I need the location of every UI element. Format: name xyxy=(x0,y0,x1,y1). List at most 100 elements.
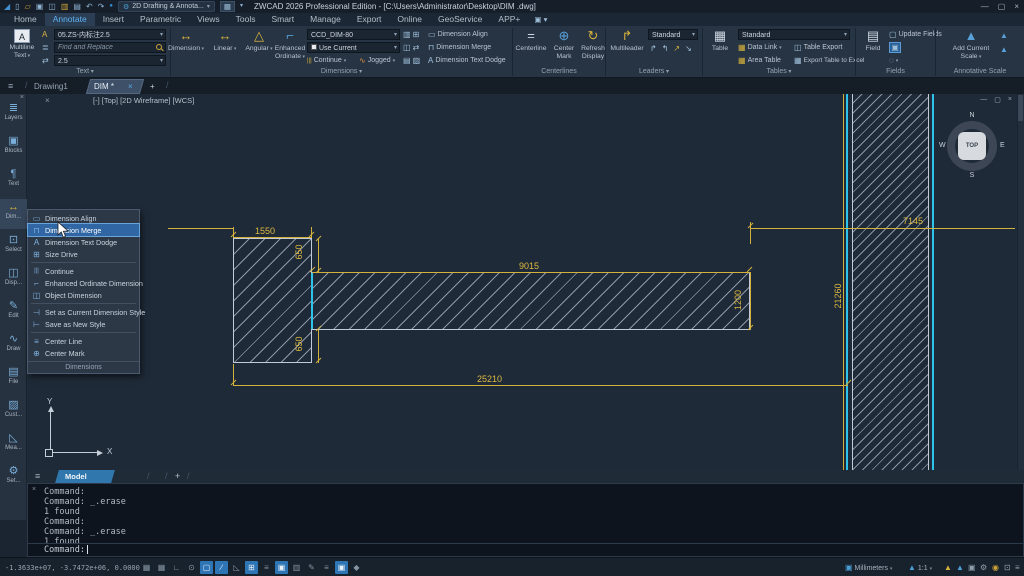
title-chevron-icon[interactable]: ▾ xyxy=(240,0,243,13)
dim-line-21260[interactable] xyxy=(843,94,844,470)
dim-line-650-top[interactable] xyxy=(318,238,319,272)
view-compass[interactable]: N W E S TOP xyxy=(938,112,1006,180)
tab-parametric[interactable]: Parametric xyxy=(132,13,189,26)
snap-toggle[interactable]: ▦ xyxy=(155,561,168,574)
find-replace-input[interactable] xyxy=(54,42,166,53)
drawing-preview-button[interactable]: ▦ xyxy=(220,1,235,12)
leader-tools[interactable]: ↱ ↰ ↗ ↘ xyxy=(650,43,692,54)
compass-top-face[interactable]: TOP xyxy=(958,132,986,160)
table-style-dropdown[interactable]: Standard xyxy=(738,29,850,40)
annotation-scale-selector[interactable]: ▲ 1:1 ▾ xyxy=(908,561,932,574)
scrollbar-thumb[interactable] xyxy=(1018,95,1023,121)
close-button[interactable]: × xyxy=(1014,0,1019,13)
isolate-objects-icon[interactable]: ◉ xyxy=(992,561,999,574)
tab-export[interactable]: Export xyxy=(349,13,390,26)
menu-item-center-line[interactable]: ≡Center Line xyxy=(28,335,139,347)
redo-icon[interactable]: ↷ xyxy=(98,0,105,13)
update-fields-button[interactable]: ▢Update Fields xyxy=(889,29,942,40)
add-current-scale-button[interactable]: ▲ Add Current Scale xyxy=(948,28,994,61)
sidebar-item-blocks[interactable]: ▣Blocks xyxy=(0,133,27,163)
annotative-visibility-icon[interactable]: ▲ xyxy=(1000,30,1008,41)
workspace-3d-toggle[interactable]: ▣ xyxy=(335,561,348,574)
sidebar-item-text[interactable]: ¶Text xyxy=(0,166,27,196)
dim-text-25210[interactable]: 25210 xyxy=(477,374,502,384)
dim-line-9015[interactable] xyxy=(312,272,750,273)
annotation-visibility-icon[interactable]: ▲ xyxy=(944,561,952,574)
sidebar-item-measure[interactable]: ◺Mea... xyxy=(0,430,27,460)
multileader-button[interactable]: ↱ Multileader xyxy=(608,28,646,53)
save-all-icon[interactable]: ◫ xyxy=(48,0,56,13)
dim-extension-segment[interactable] xyxy=(168,228,234,229)
centerline-button[interactable]: = Centerline xyxy=(515,28,547,53)
enhanced-ordinate-button[interactable]: ⌐ Enhanced Ordinate xyxy=(274,28,306,61)
workspace-switch-icon[interactable]: ▣ xyxy=(968,561,976,574)
table-export-button[interactable]: ◫Table Export xyxy=(794,42,842,53)
sidebar-item-custom[interactable]: ▨Cust... xyxy=(0,397,27,427)
grid-toggle[interactable]: ▦ xyxy=(140,561,153,574)
compass-north[interactable]: N xyxy=(938,112,1006,119)
angular-button[interactable]: △ Angular xyxy=(244,28,274,54)
dimension-button[interactable]: ↔ Dimension xyxy=(166,28,206,54)
junction-line[interactable] xyxy=(311,273,313,329)
tables-panel-label[interactable]: Tables xyxy=(703,67,855,77)
dim-text-1550[interactable]: 1550 xyxy=(255,226,275,236)
search-icon[interactable] xyxy=(156,44,162,50)
sidebar-item-display[interactable]: ◫Disp... xyxy=(0,265,27,295)
dim-tool-icon-2[interactable]: ◫⇄ xyxy=(403,42,419,53)
dim-text-7145[interactable]: 7145 xyxy=(903,216,923,226)
new-file-icon[interactable]: ▯ xyxy=(15,0,19,13)
tab-geoservice[interactable]: GeoService xyxy=(430,13,490,26)
sidebar-item-dim[interactable]: ↔Dim... xyxy=(0,199,27,229)
tab-dim-close-icon[interactable]: × xyxy=(128,80,133,93)
column-edge-line-right[interactable] xyxy=(932,94,934,470)
dim-style-dropdown[interactable]: CCD_DIM-80 xyxy=(307,29,400,40)
minimize-button[interactable]: — xyxy=(981,0,989,13)
status-settings-gear-icon[interactable]: ⚙ xyxy=(980,561,987,574)
compass-east[interactable]: E xyxy=(1000,142,1005,149)
dim-line-1200[interactable] xyxy=(750,272,751,330)
hatched-beam[interactable] xyxy=(312,272,750,330)
clean-screen-icon[interactable]: ⊡ xyxy=(1004,561,1011,574)
menu-item-save-new-style[interactable]: ⊢Save as New Style xyxy=(28,318,139,330)
doc-close-icon[interactable]: × xyxy=(1008,96,1012,104)
dimension-text-dodge-button[interactable]: ADimension Text Dodge xyxy=(428,55,506,66)
canvas-scrollbar[interactable] xyxy=(1017,94,1024,470)
sidebar-item-select[interactable]: ⊡Select xyxy=(0,232,27,262)
jogged-button[interactable]: ∿Jogged▾ xyxy=(359,55,395,66)
undo-icon[interactable]: ↶ xyxy=(86,0,93,13)
units-selector[interactable]: ▣ Millimeters ▾ xyxy=(845,561,892,574)
tab-home[interactable]: Home xyxy=(6,13,45,26)
tab-insert[interactable]: Insert xyxy=(95,13,132,26)
menu-item-dimension-merge[interactable]: ⊓Dimension Merge xyxy=(28,224,139,236)
doc-restore-icon[interactable]: ▢ xyxy=(994,96,1001,104)
sidebar-item-layers[interactable]: ≣Layers xyxy=(0,100,27,130)
menu-item-enhanced-ordinate[interactable]: ⌐Enhanced Ordinate Dimension xyxy=(28,277,139,289)
annotative-autoscale-icon[interactable]: ▲ xyxy=(1000,44,1008,55)
doc-minimize-icon[interactable]: — xyxy=(980,96,987,104)
annotation-autoscale-icon[interactable]: ▲ xyxy=(956,561,964,574)
tab-app-plus[interactable]: APP+ xyxy=(490,13,528,26)
compass-west[interactable]: W xyxy=(939,142,946,149)
object-snap-tracking-toggle[interactable]: ⊞ xyxy=(245,561,258,574)
status-extra-toggle[interactable]: ◆ xyxy=(350,561,363,574)
layout-menu-icon[interactable]: ≡ xyxy=(35,470,40,483)
tab-dim[interactable]: DIM * xyxy=(94,80,114,93)
menu-item-center-mark[interactable]: ⊕Center Mark xyxy=(28,347,139,359)
tab-views[interactable]: Views xyxy=(189,13,228,26)
new-tab-button[interactable]: + xyxy=(150,80,155,93)
data-link-button[interactable]: ▦Data Link▾ xyxy=(738,42,782,53)
leaders-panel-label[interactable]: Leaders xyxy=(606,67,702,77)
dimension-align-button[interactable]: ▭Dimension Align xyxy=(428,29,488,40)
tab-tools[interactable]: Tools xyxy=(228,13,264,26)
drawing-canvas[interactable]: × [-] [Top] [2D Wireframe] [WCS] — ▢ × xyxy=(27,94,1024,470)
dim-tool-icon-3[interactable]: ▤▨ xyxy=(403,55,420,66)
compass-south[interactable]: S xyxy=(938,172,1006,179)
multiline-text-button[interactable]: A Multiline Text xyxy=(3,28,41,60)
field-display-toggle[interactable]: ▣ xyxy=(889,42,901,53)
ortho-toggle[interactable]: ∟ xyxy=(170,561,183,574)
export-excel-button[interactable]: ▦Export Table to Excel xyxy=(794,55,865,66)
text-style-dropdown[interactable]: 05.ZS-内标注2.5 xyxy=(54,29,166,40)
transparency-toggle[interactable]: ▥ xyxy=(290,561,303,574)
command-window[interactable]: × Command: Command: _.erase 1 found Comm… xyxy=(27,483,1024,557)
command-close-icon[interactable]: × xyxy=(32,486,36,493)
